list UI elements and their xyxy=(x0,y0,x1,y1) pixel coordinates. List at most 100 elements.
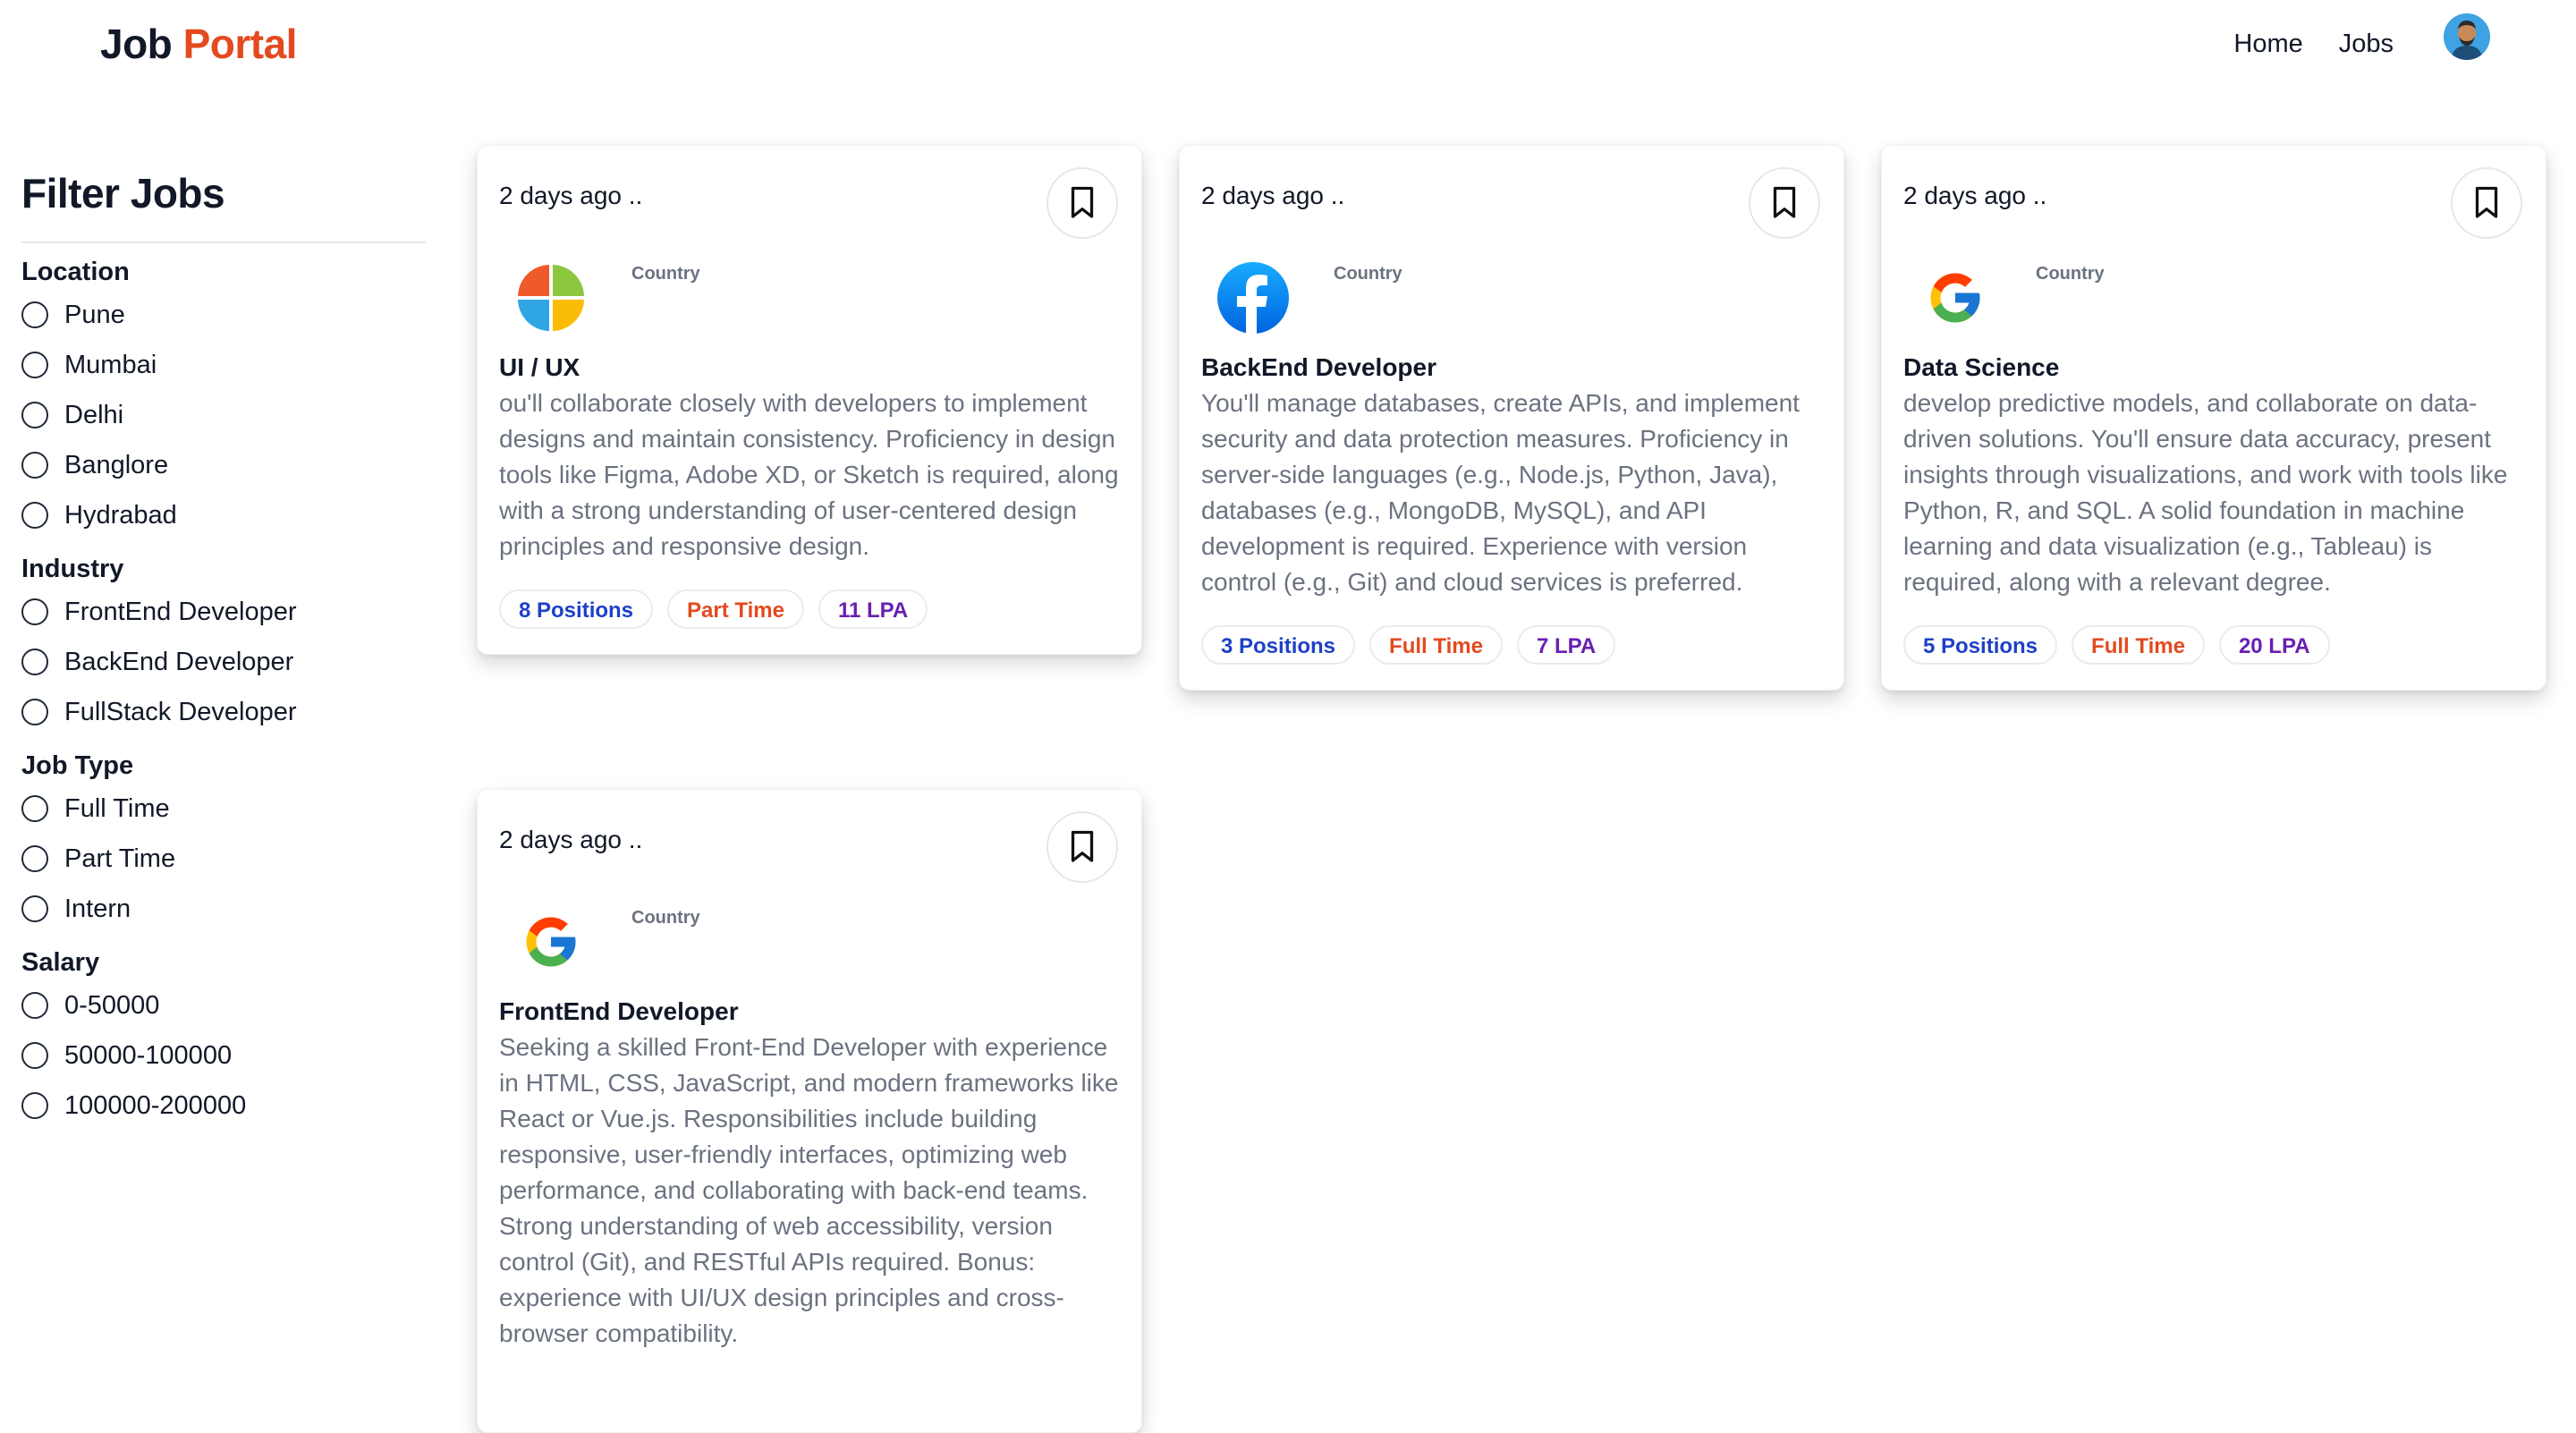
filter-sidebar: Filter Jobs Location Pune Mumbai Delhi B… xyxy=(21,168,426,1136)
posted-date: 2 days ago .. xyxy=(1201,182,1345,209)
job-type-badge: Full Time xyxy=(1369,625,1503,665)
company-row: Country xyxy=(1903,255,2524,348)
filter-group-job-type: Job Type Full Time Part Time Intern xyxy=(21,748,426,934)
filter-option[interactable]: Full Time xyxy=(21,784,426,834)
company-logo xyxy=(508,255,594,341)
radio-button[interactable] xyxy=(21,598,48,625)
radio-button[interactable] xyxy=(21,502,48,529)
filter-option[interactable]: 50000-100000 xyxy=(21,1030,426,1081)
job-card-header: 2 days ago .. xyxy=(499,167,1120,267)
job-type-badge: Part Time xyxy=(667,589,804,629)
bookmark-button[interactable] xyxy=(1046,811,1118,883)
job-badges: 3 Positions Full Time 7 LPA xyxy=(1201,625,1822,665)
job-card[interactable]: 2 days ago .. Country Data Science devel… xyxy=(1881,145,2546,691)
radio-button[interactable] xyxy=(21,1042,48,1069)
filter-option-label: 0-50000 xyxy=(64,990,160,1020)
logo-text-primary: Job xyxy=(100,21,173,67)
job-card-header: 2 days ago .. xyxy=(499,811,1120,912)
filter-option[interactable]: 0-50000 xyxy=(21,980,426,1030)
job-card[interactable]: 2 days ago .. Country FrontEnd Developer… xyxy=(477,789,1142,1433)
salary-badge: 7 LPA xyxy=(1516,625,1616,665)
filter-option-label: Mumbai xyxy=(64,350,157,379)
filter-option-label: Intern xyxy=(64,894,131,923)
radio-button[interactable] xyxy=(21,352,48,378)
job-type-badge: Full Time xyxy=(2072,625,2205,665)
site-logo[interactable]: Job Portal xyxy=(100,16,297,72)
sidebar-title: Filter Jobs xyxy=(21,170,225,216)
job-description: develop predictive models, and collabora… xyxy=(1903,389,2508,596)
filter-option[interactable]: Pune xyxy=(21,290,426,340)
job-title: Data Science xyxy=(1903,353,2060,381)
filter-option[interactable]: Hydrabad xyxy=(21,490,426,540)
radio-button[interactable] xyxy=(21,1092,48,1119)
posted-date: 2 days ago .. xyxy=(1903,182,2047,209)
radio-button[interactable] xyxy=(21,845,48,872)
avatar[interactable] xyxy=(2444,13,2490,60)
radio-button[interactable] xyxy=(21,895,48,922)
filter-option[interactable]: BackEnd Developer xyxy=(21,637,426,687)
bookmark-button[interactable] xyxy=(1749,167,1820,239)
job-description: You'll manage databases, create APIs, an… xyxy=(1201,389,1800,596)
company-country: Country xyxy=(631,264,700,284)
job-title: UI / UX xyxy=(499,353,580,381)
sidebar-divider xyxy=(21,242,426,243)
job-description: ou'll collaborate closely with developer… xyxy=(499,389,1119,560)
salary-badge: 11 LPA xyxy=(818,589,928,629)
filter-option-label: Banglore xyxy=(64,450,169,479)
filter-option-label: Full Time xyxy=(64,793,170,823)
filter-option-label: 100000-200000 xyxy=(64,1090,247,1120)
filter-option[interactable]: FullStack Developer xyxy=(21,687,426,737)
bookmark-button[interactable] xyxy=(2451,167,2522,239)
filter-option-label: Part Time xyxy=(64,844,176,873)
company-logo xyxy=(1210,255,1296,341)
nav-home-link[interactable]: Home xyxy=(2233,30,2302,59)
radio-button[interactable] xyxy=(21,699,48,725)
bookmark-icon xyxy=(1773,186,1796,218)
radio-button[interactable] xyxy=(21,452,48,479)
filter-option-label: Hydrabad xyxy=(64,500,177,530)
user-avatar-icon xyxy=(2444,13,2490,60)
job-card[interactable]: 2 days ago .. Country BackEnd Developer … xyxy=(1179,145,1844,691)
radio-button[interactable] xyxy=(21,649,48,675)
filter-group-industry: Industry FrontEnd Developer BackEnd Deve… xyxy=(21,551,426,737)
bookmark-icon xyxy=(2475,186,2498,218)
filter-option[interactable]: Part Time xyxy=(21,834,426,884)
job-badges: 5 Positions Full Time 20 LPA xyxy=(1903,625,2524,665)
bookmark-icon xyxy=(1071,186,1094,218)
salary-badge: 20 LPA xyxy=(2218,625,2330,665)
microsoft-style-logo-icon xyxy=(518,265,584,331)
company-country: Country xyxy=(1334,264,1402,284)
radio-button[interactable] xyxy=(21,301,48,328)
filter-group-salary: Salary 0-50000 50000-100000 100000-20000… xyxy=(21,945,426,1131)
filter-option[interactable]: Banglore xyxy=(21,440,426,490)
filter-option[interactable]: Mumbai xyxy=(21,340,426,390)
job-card-header: 2 days ago .. xyxy=(1903,167,2524,267)
filter-group-title: Job Type xyxy=(21,751,134,780)
posted-date: 2 days ago .. xyxy=(499,182,643,209)
facebook-logo-icon xyxy=(1217,262,1289,334)
radio-button[interactable] xyxy=(21,795,48,822)
positions-badge: 8 Positions xyxy=(499,589,654,629)
job-card[interactable]: 2 days ago .. Country UI / UX ou'll coll… xyxy=(477,145,1142,655)
nav-jobs-link[interactable]: Jobs xyxy=(2339,30,2394,59)
filter-option[interactable]: FrontEnd Developer xyxy=(21,587,426,637)
radio-button[interactable] xyxy=(21,402,48,428)
company-logo xyxy=(1912,255,1998,341)
logo-text-accent: Portal xyxy=(182,21,298,67)
positions-badge: 5 Positions xyxy=(1903,625,2058,665)
filter-group-location: Location Pune Mumbai Delhi Banglore Hydr… xyxy=(21,254,426,540)
bookmark-icon xyxy=(1071,830,1094,862)
bookmark-button[interactable] xyxy=(1046,167,1118,239)
job-title: FrontEnd Developer xyxy=(499,997,739,1025)
company-country: Country xyxy=(631,908,700,928)
filter-option[interactable]: Delhi xyxy=(21,390,426,440)
filter-option[interactable]: 100000-200000 xyxy=(21,1081,426,1131)
filter-option-label: Pune xyxy=(64,300,125,329)
positions-badge: 3 Positions xyxy=(1201,625,1356,665)
filter-option-label: FullStack Developer xyxy=(64,697,297,726)
top-nav: Home Jobs xyxy=(2198,13,2490,75)
filter-option[interactable]: Intern xyxy=(21,884,426,934)
company-country: Country xyxy=(2036,264,2105,284)
radio-button[interactable] xyxy=(21,992,48,1019)
company-row: Country xyxy=(499,255,1120,348)
